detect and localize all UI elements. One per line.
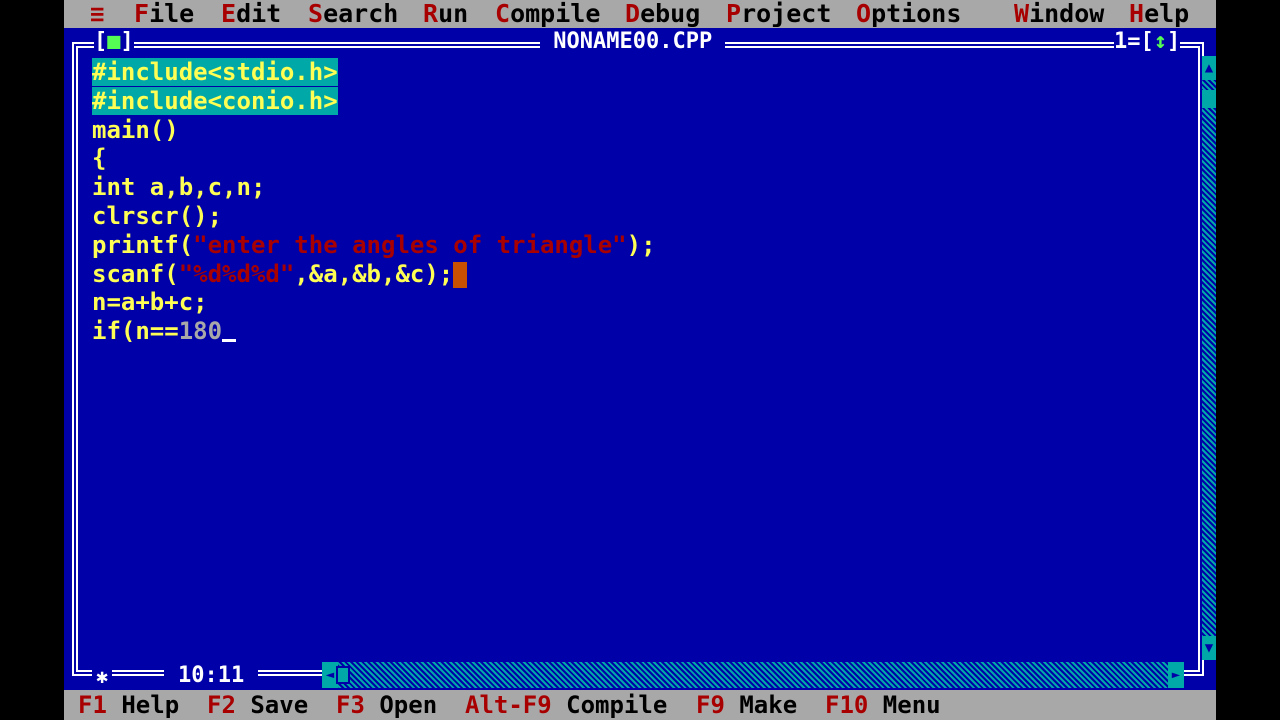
turbo-cpp-ide: ≡ File Edit Search Run Compile Debug Pro… (64, 0, 1216, 720)
window-title: NONAME00.CPP (540, 29, 726, 54)
horizontal-scrollbar[interactable]: ◄ ► (322, 662, 1184, 688)
status-menu[interactable]: F10 Menu (825, 690, 941, 720)
vertical-scroll-thumb[interactable] (1202, 90, 1216, 108)
scroll-down-arrow-icon[interactable]: ▼ (1202, 636, 1216, 660)
close-icon[interactable]: ■ (107, 29, 120, 54)
code-line-1: #include<stdio.h> (92, 58, 338, 86)
system-menu-icon[interactable]: ≡ (90, 0, 104, 28)
menu-options[interactable]: Options (856, 0, 961, 28)
horizontal-scroll-thumb[interactable] (336, 666, 350, 684)
menu-window[interactable]: Window (1014, 0, 1104, 28)
code-line-10: if(n==180 (92, 317, 656, 346)
menu-project[interactable]: Project (726, 0, 831, 28)
code-line-3: main() (92, 115, 179, 144)
zoom-icon[interactable]: ↕ (1154, 29, 1167, 54)
code-line-5: int a,b,c,n; (92, 173, 266, 202)
status-make[interactable]: F9 Make (696, 690, 797, 720)
code-line-6: clrscr(); (92, 201, 223, 230)
scroll-up-arrow-icon[interactable]: ▲ (1202, 56, 1216, 80)
status-save[interactable]: F2 Save (207, 690, 308, 720)
code-line-2: #include<conio.h> (92, 86, 338, 115)
code-line-7: printf("enter the angles of triangle"); (92, 230, 656, 259)
menu-edit[interactable]: Edit (221, 0, 281, 28)
block-marker (453, 261, 468, 288)
menu-compile[interactable]: Compile (495, 0, 600, 28)
vertical-scrollbar[interactable]: ▲ ▼ (1202, 56, 1216, 660)
code-line-9: n=a+b+c; (92, 288, 208, 317)
menu-help[interactable]: Help (1129, 0, 1189, 28)
text-cursor (222, 338, 237, 342)
status-compile[interactable]: Alt-F9 Compile (465, 690, 667, 720)
code-editor[interactable]: #include<stdio.h> #include<conio.h> main… (92, 58, 656, 346)
menu-search[interactable]: Search (308, 0, 398, 28)
code-line-8: scanf("%d%d%d",&a,&b,&c); (92, 260, 656, 289)
menu-run[interactable]: Run (423, 0, 468, 28)
status-open[interactable]: F3 Open (336, 690, 437, 720)
menu-file[interactable]: File (134, 0, 194, 28)
code-line-4: { (92, 144, 107, 173)
resize-icon[interactable]: ✱ (92, 664, 113, 688)
window-close-button[interactable]: [■] (94, 30, 134, 54)
status-help[interactable]: F1 Help (78, 690, 179, 720)
menu-debug[interactable]: Debug (625, 0, 700, 28)
cursor-position: 10:11 (164, 664, 259, 688)
status-bar: F1 Help F2 Save F3 Open Alt-F9 Compile F… (64, 690, 1216, 720)
window-number-zoom[interactable]: 1=[↕] (1114, 29, 1181, 54)
scroll-right-arrow-icon[interactable]: ► (1168, 662, 1184, 688)
menu-bar: ≡ File Edit Search Run Compile Debug Pro… (64, 0, 1216, 28)
